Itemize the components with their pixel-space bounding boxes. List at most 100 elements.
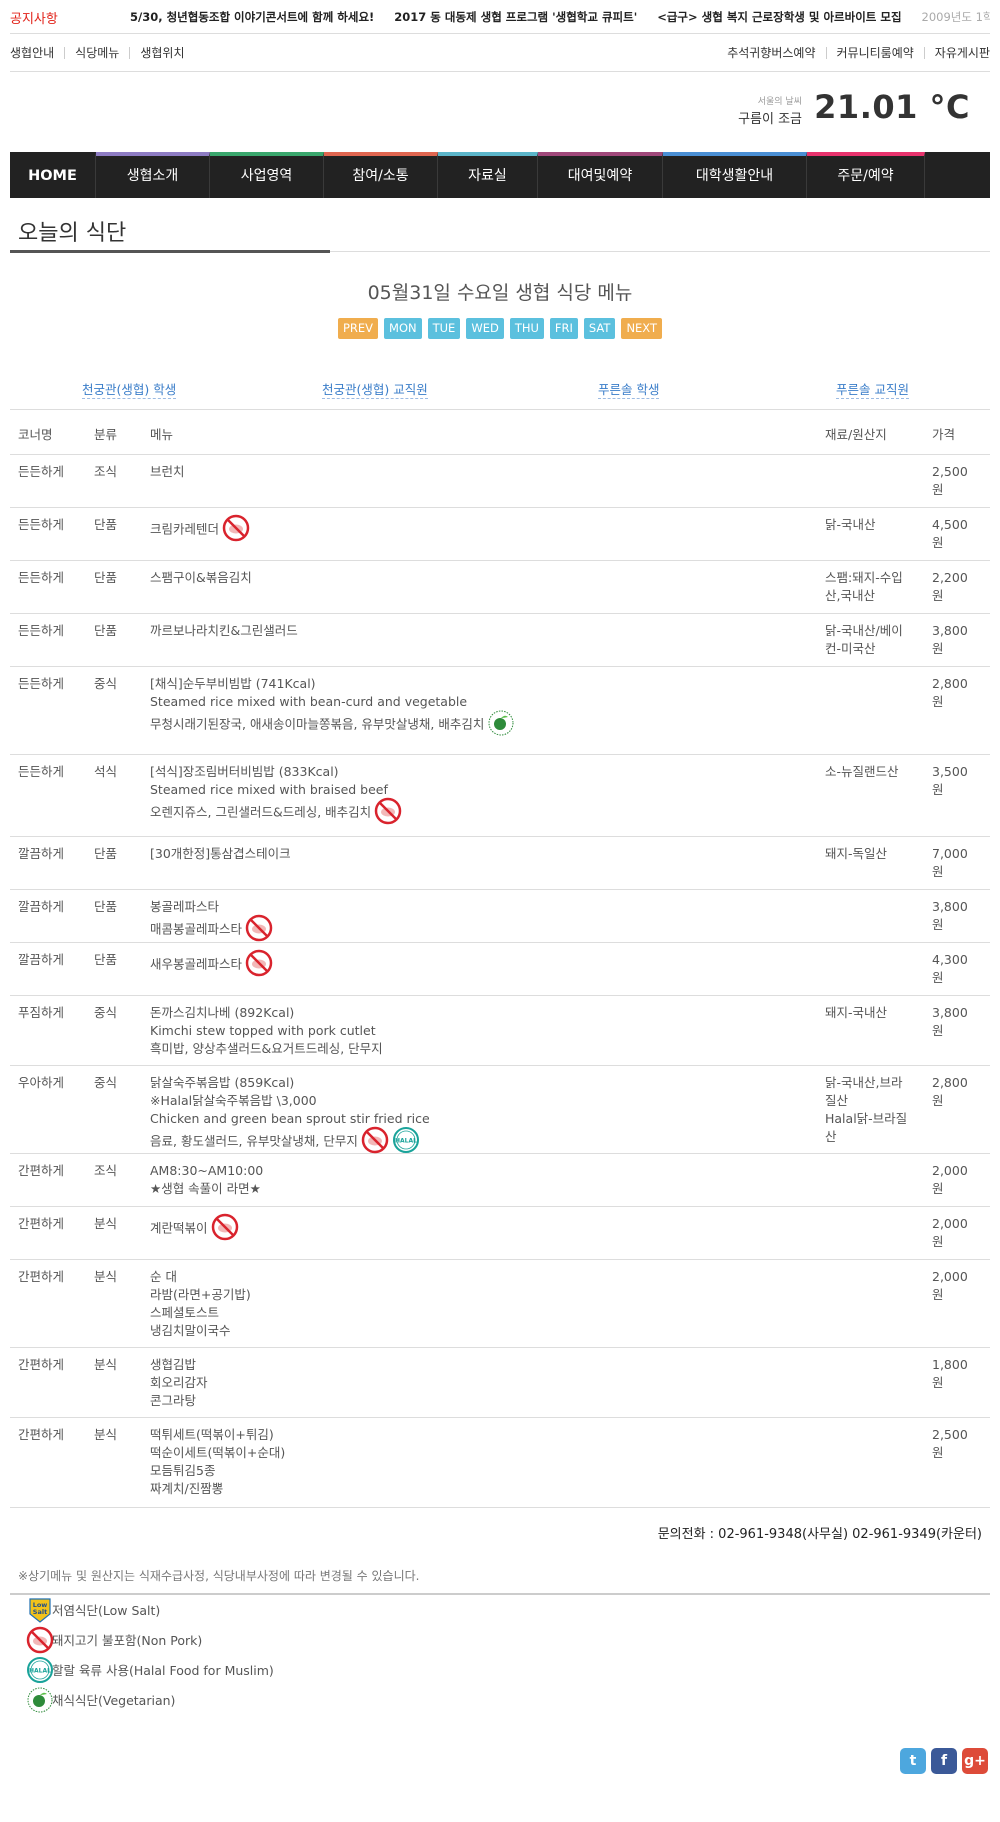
day-button-prev[interactable]: PREV xyxy=(337,318,379,339)
notice-date: 2009년도 1학 xyxy=(921,10,990,24)
corner-name: 간편하게 xyxy=(18,1357,65,1372)
day-button-sat[interactable]: SAT xyxy=(583,318,616,339)
menu-line: [석식]장조림버터비빔밥 (833Kcal) xyxy=(150,763,810,781)
nav-item-8[interactable]: 주문/예약 xyxy=(807,152,925,198)
price: 2,000 원 xyxy=(932,1215,982,1251)
menu-line-text: 회오리감자 xyxy=(150,1375,208,1390)
origin-line: 닭-국내산 xyxy=(825,517,876,532)
menu-line-text: Chicken and green bean sprout stir fried… xyxy=(150,1111,430,1126)
page-title: 오늘의 식단 xyxy=(18,221,127,246)
menu-items: 순 대 라밤(라면+공기밥) 스페셜토스트 냉김치말이국수 xyxy=(150,1268,810,1340)
menu-items: 계란떡볶이 xyxy=(150,1213,810,1243)
price-line: 3,800 xyxy=(932,623,968,638)
cafeteria-tab[interactable]: 푸른솔 학생 xyxy=(598,379,660,399)
menu-line-text: 짜계치/진짬뽕 xyxy=(150,1481,224,1496)
table-row: 간편하게 조식 AM8:30~AM10:00 ★생협 속풀이 라면★ 2,000 원 xyxy=(10,1154,990,1207)
nav-item-3[interactable]: 사업영역 xyxy=(210,152,324,198)
notice-item[interactable]: 5/30, 청년협동조합 이야기콘서트에 함께 하세요! xyxy=(130,10,374,24)
nav-item-2[interactable]: 생협소개 xyxy=(96,152,210,198)
corner-name: 간편하게 xyxy=(18,1269,65,1284)
nav-item-label: 자료실 xyxy=(468,168,507,184)
weather-temperature: 21.01 °C xyxy=(814,88,970,126)
day-button-thu[interactable]: THU xyxy=(509,318,544,339)
price-line: 7,000 xyxy=(932,846,968,861)
menu-items: AM8:30~AM10:00 ★생협 속풀이 라면★ xyxy=(150,1162,810,1198)
menu-type: 중식 xyxy=(94,1075,118,1090)
menu-line: 스팸구이&볶음김치 xyxy=(150,569,810,587)
notice-item[interactable]: 2017 동 대동제 생협 프로그램 '생협학교 큐피트' xyxy=(394,10,637,24)
menu-items: [석식]장조림버터비빔밥 (833Kcal) Steamed rice mixed… xyxy=(150,763,810,827)
cafeteria-tab[interactable]: 천궁관(생협) 교직원 xyxy=(322,379,428,399)
price-line: 원 xyxy=(932,1023,944,1038)
cafeteria-tab[interactable]: 푸른솔 교직원 xyxy=(836,379,909,399)
menu-items: 떡튀세트(떡볶이+튀김) 떡순이세트(떡볶이+순대) 모듬튀김5종 짜계치/진짬뽕 xyxy=(150,1426,810,1498)
menu-line: 음료, 황도샐러드, 유부맛살냉채, 단무지 HALAL xyxy=(150,1126,810,1156)
no-pork-icon xyxy=(222,514,250,542)
utility-link[interactable]: 자유게시판 xyxy=(923,47,1000,59)
menu-line: 닭살숙주볶음밥 (859Kcal) xyxy=(150,1074,810,1092)
menu-line: 오렌지쥬스, 그린샐러드&드레싱, 배추김치 xyxy=(150,797,810,827)
menu-items: 까르보나라치킨&그린샐러드 xyxy=(150,622,810,640)
menu-line: 흑미밥, 양상추샐러드&요거트드레싱, 단무지 xyxy=(150,1040,810,1058)
price: 1,800 원 xyxy=(932,1356,982,1392)
price-line: 2,000 xyxy=(932,1163,968,1178)
nav-item-1[interactable]: HOME xyxy=(10,152,96,198)
corner-name: 깔끔하게 xyxy=(18,952,65,967)
twitter-icon[interactable]: t xyxy=(900,1748,926,1774)
price-line: 원 xyxy=(932,641,944,656)
nav-item-label: 참여/소통 xyxy=(352,168,409,184)
nav-item-label: 사업영역 xyxy=(240,168,293,184)
utility-link[interactable]: 식당메뉴 xyxy=(64,47,129,59)
corner-header: 코너명 xyxy=(18,427,53,442)
table-header: 코너명 분류 메뉴 재료/원산지 가격 xyxy=(10,410,990,455)
legend-item: 돼지고기 불포함(Non Pork) xyxy=(10,1626,990,1658)
nav-item-4[interactable]: 참여/소통 xyxy=(324,152,438,198)
origin-line: Halal닭-브라질 xyxy=(825,1111,908,1126)
price-line: 원 xyxy=(932,917,944,932)
low-salt-icon: Low Salt xyxy=(18,1596,51,1624)
day-button-mon[interactable]: MON xyxy=(384,318,422,339)
price-line: 3,500 xyxy=(932,764,968,779)
no-pork-icon xyxy=(361,1126,389,1154)
facebook-icon[interactable]: f xyxy=(931,1748,957,1774)
menu-line: 콘그라탕 xyxy=(150,1392,810,1410)
nav-item-7[interactable]: 대학생활안내 xyxy=(663,152,807,198)
nav-item-6[interactable]: 대여및예약 xyxy=(538,152,663,198)
menu-items: 돈까스김치나베 (892Kcal) Kimchi stew topped with… xyxy=(150,1004,810,1058)
price: 2,500 원 xyxy=(932,463,982,499)
no-pork-icon xyxy=(374,797,402,825)
table-row: 우아하게 중식 닭살숙주볶음밥 (859Kcal) ※Halal닭살숙주볶음밥 \3,… xyxy=(10,1066,990,1154)
menu-type: 단품 xyxy=(94,952,118,967)
nav-item-5[interactable]: 자료실 xyxy=(438,152,538,198)
price-line: 2,200 xyxy=(932,570,968,585)
weather-label: 서울의 날씨 xyxy=(757,97,802,107)
day-button-tue[interactable]: TUE xyxy=(427,318,461,339)
cafeteria-tab[interactable]: 천궁관(생협) 학생 xyxy=(82,379,177,399)
weather-condition: 구름이 조금 xyxy=(738,112,802,127)
menu-type: 중식 xyxy=(94,676,118,691)
day-button-fri[interactable]: FRI xyxy=(549,318,578,339)
legend-label: 채식식단(Vegetarian) xyxy=(52,1693,176,1708)
utility-link[interactable]: 생협위치 xyxy=(129,47,194,59)
day-button-wed[interactable]: WED xyxy=(466,318,504,339)
table-row: 든든하게 중식 [채식]순두부비빔밥 (741Kcal) Steamed rice m… xyxy=(10,667,990,755)
menu-line: Kimchi stew topped with pork cutlet xyxy=(150,1022,810,1040)
price-line: 원 xyxy=(932,864,944,879)
day-button-next[interactable]: NEXT xyxy=(621,318,663,339)
menu-items: 봉골레파스타 매콤봉골레파스타 xyxy=(150,898,810,944)
menu-items: 크림카레텐더 xyxy=(150,514,810,544)
price: 3,800 원 xyxy=(932,622,982,658)
menu-line: 떡순이세트(떡볶이+순대) xyxy=(150,1444,810,1462)
notice-label[interactable]: 공지사항 xyxy=(10,8,58,27)
notice-item[interactable]: <급구> 생협 복지 근로장학생 및 아르바이트 모집 xyxy=(657,10,901,24)
utility-link[interactable]: 생협안내 xyxy=(10,47,64,59)
menu-line-text: 떡튀세트(떡볶이+튀김) xyxy=(150,1427,274,1442)
corner-name: 간편하게 xyxy=(18,1216,65,1231)
google-plus-icon[interactable]: g+ xyxy=(962,1748,988,1774)
corner-name: 든든하게 xyxy=(18,517,65,532)
utility-link[interactable]: 추석귀향버스예약 xyxy=(717,47,825,59)
utility-link[interactable]: 커뮤니티룸예약 xyxy=(825,47,924,59)
menu-line: Steamed rice mixed with bean-curd and ve… xyxy=(150,693,810,711)
origin-line: 소-뉴질랜드산 xyxy=(825,764,899,779)
menu-line: 순 대 xyxy=(150,1268,810,1286)
